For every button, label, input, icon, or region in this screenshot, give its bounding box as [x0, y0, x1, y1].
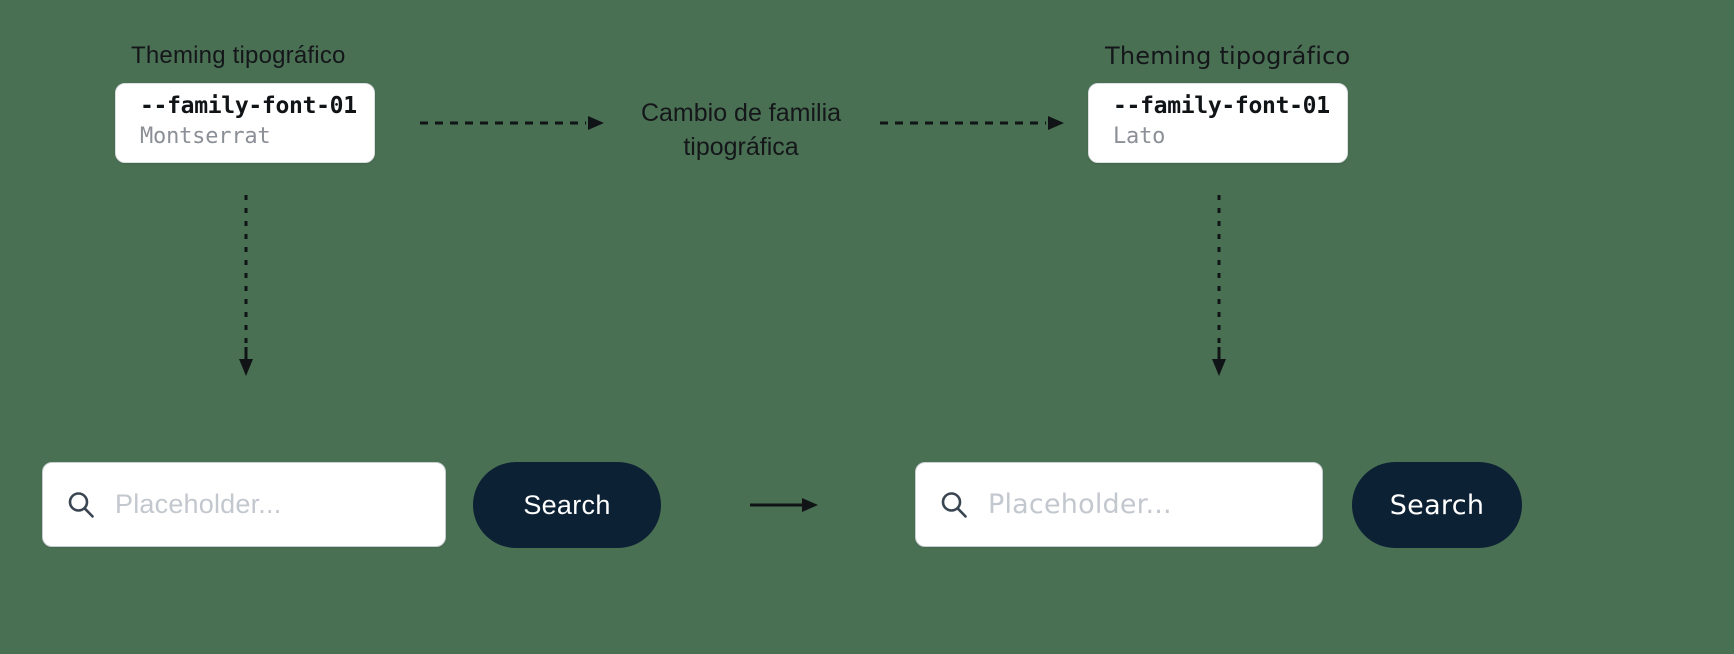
- after-token-name: --family-font-01: [1113, 93, 1330, 120]
- before-token-card: --family-font-01 Montserrat: [115, 83, 375, 163]
- before-token-value: Montserrat: [140, 124, 271, 150]
- search-icon: [68, 491, 94, 518]
- transition-arrow-left: [420, 112, 606, 134]
- search-icon: [941, 491, 967, 518]
- after-search-input[interactable]: Placeholder...: [915, 462, 1323, 547]
- after-search-button[interactable]: Search: [1352, 462, 1522, 548]
- before-search-button[interactable]: Search: [473, 462, 661, 548]
- before-search-input[interactable]: Placeholder...: [42, 462, 446, 547]
- dotted-arrow-down-icon: [1212, 195, 1226, 376]
- arrow-right-icon: [750, 498, 818, 512]
- before-token-name: --family-font-01: [140, 93, 357, 120]
- diagram-canvas: Theming tipográfico --family-font-01 Mon…: [0, 0, 1734, 654]
- transition-note-line-1: Cambio de familia: [640, 99, 842, 127]
- dotted-arrow-down-icon: [239, 195, 253, 376]
- after-caption: Theming tipográfico: [1105, 42, 1351, 70]
- dashed-arrow-right-icon: [880, 116, 1064, 130]
- transition-arrow-right: [880, 112, 1066, 134]
- transition-note-line-2: tipográfica: [683, 133, 799, 161]
- before-search-placeholder: Placeholder...: [115, 489, 282, 519]
- widget-transition-arrow: [750, 492, 820, 518]
- after-token-value: Lato: [1113, 124, 1166, 150]
- after-flow-arrow-down: [1199, 195, 1239, 380]
- before-flow-arrow-down: [226, 195, 266, 380]
- transition-note: Cambio de familia tipográfica: [611, 96, 871, 164]
- after-token-card: --family-font-01 Lato: [1088, 83, 1348, 163]
- dashed-arrow-right-icon: [420, 116, 604, 130]
- after-search-placeholder: Placeholder...: [988, 489, 1172, 520]
- before-caption: Theming tipográfico: [131, 42, 346, 69]
